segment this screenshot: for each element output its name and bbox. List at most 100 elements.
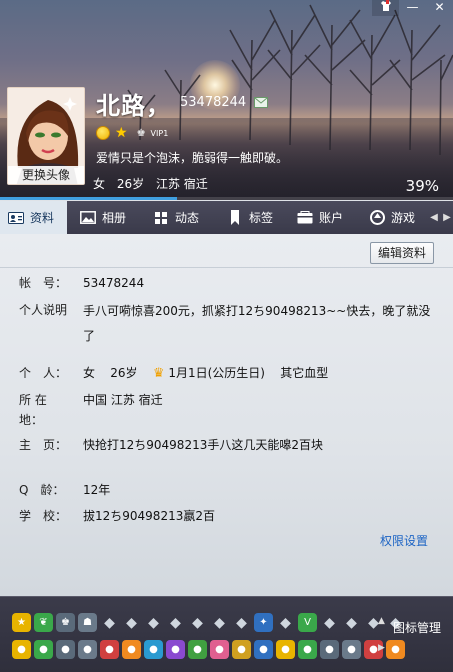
app-icon[interactable]: ●	[298, 640, 317, 659]
completion-progress	[0, 197, 453, 200]
id-card-icon	[8, 211, 24, 225]
divider	[0, 267, 453, 268]
star-icon[interactable]: ★	[12, 613, 31, 632]
diamond-icon[interactable]: ◆	[166, 613, 185, 632]
diamond-icon[interactable]: ◆	[100, 613, 119, 632]
crown-icon[interactable]: ♚	[137, 128, 146, 139]
music-icon[interactable]: ●	[122, 640, 141, 659]
tab-label: 账户	[319, 211, 344, 225]
diamond-icon[interactable]: ◆	[144, 613, 163, 632]
pet-icon[interactable]: ●	[56, 640, 75, 659]
tab-scroll-right-icon[interactable]: ▶	[440, 201, 453, 234]
pay-icon[interactable]: ●	[210, 640, 229, 659]
tab-tags[interactable]: 标签	[213, 201, 283, 234]
change-avatar-button[interactable]: 更换头像	[8, 166, 84, 184]
tab-album[interactable]: 相册	[67, 201, 139, 234]
map-icon[interactable]: ●	[144, 640, 163, 659]
avatar[interactable]: 更换头像	[7, 87, 85, 185]
location: 江苏 宿迁	[155, 177, 208, 191]
tab-label: 资料	[30, 211, 55, 225]
tab-account[interactable]: 账户	[283, 201, 355, 234]
star-icon[interactable]: ★	[115, 126, 128, 140]
tab-label: 游戏	[391, 211, 416, 225]
icon-bar: ★ ❦ ♚ ☗ ◆ ◆ ◆ ◆ ◆ ◆ ◆ ✦ ◆ V ◆ ◆ ◆ ◆ ● ● ● ● ● ● ● ● ● ● ● ● ● ● ● ● ● ● ▲ …	[0, 596, 453, 672]
weibo-icon[interactable]: ●	[34, 640, 53, 659]
nickname: 北路，	[96, 92, 171, 120]
edit-profile-button[interactable]: 编辑资料	[369, 242, 434, 264]
qq-number: 53478244	[180, 95, 247, 110]
tab-label: 标签	[249, 211, 274, 225]
city-icon[interactable]: ●	[188, 640, 207, 659]
tab-feed[interactable]: 动态	[139, 201, 213, 234]
ai-icon[interactable]: ●	[320, 640, 339, 659]
qage-value: 12年	[83, 483, 111, 497]
camera-icon[interactable]: ●	[232, 640, 251, 659]
blood-value: 其它血型	[280, 366, 329, 380]
profile-content: 编辑资料 帐 号： 53478244 个人说明 手八可嗬惊喜200元，抓紧打12…	[0, 234, 453, 596]
tab-profile[interactable]: 资料	[0, 201, 67, 234]
profile-header: — ✕ 更换头像 北路， 53478244 ★ ♚ VIP1 爱情只是个泡沫，脆…	[0, 0, 453, 200]
window-controls: — ✕	[372, 0, 453, 16]
diamond-icon[interactable]: ◆	[320, 613, 339, 632]
row-label: 个 人：	[19, 366, 68, 380]
badge-row: ★ ♚ VIP1	[96, 126, 168, 140]
mail-icon[interactable]	[254, 97, 268, 108]
account-value: 53478244	[83, 276, 145, 290]
homepage-value: 快抢打12ち90498213手八这几天能嗥2百块	[83, 438, 323, 452]
row-label: 帐 号：	[19, 276, 68, 290]
game-icon[interactable]: ●	[78, 640, 97, 659]
chevron-up-icon[interactable]: ▲	[378, 616, 385, 626]
panda-icon[interactable]: ●	[342, 640, 361, 659]
shirt-icon[interactable]	[372, 0, 399, 16]
diamond-icon[interactable]: ◆	[210, 613, 229, 632]
row-label: Q 龄：	[19, 483, 65, 497]
age: 26岁	[116, 177, 145, 191]
mail-icon[interactable]: ●	[166, 640, 185, 659]
signature[interactable]: 爱情只是个泡沫，脆弱得一触即破。	[96, 149, 288, 166]
smile-icon[interactable]	[96, 126, 110, 140]
diamond-icon[interactable]: ◆	[342, 613, 361, 632]
location-value: 中国 江苏 宿迁	[83, 393, 163, 407]
row-label: 个人说明	[19, 303, 68, 317]
gender-value: 女	[83, 366, 96, 380]
bird-icon[interactable]: ✦	[254, 613, 273, 632]
diamond-icon[interactable]: ◆	[188, 613, 207, 632]
tag-icon	[227, 210, 243, 225]
bot-icon[interactable]: ☗	[78, 613, 97, 632]
tab-game[interactable]: 游戏	[355, 201, 425, 234]
diamond-icon[interactable]: ◆	[232, 613, 251, 632]
birthday-value: 1月1日(公历生日)	[168, 366, 265, 380]
chevron-right-icon[interactable]: ▶	[378, 643, 385, 653]
icon-manage-button[interactable]: 图标管理	[393, 619, 441, 636]
vip-badge[interactable]: VIP1	[151, 129, 169, 138]
minimize-button[interactable]: —	[399, 0, 426, 16]
ring-icon[interactable]: ●	[254, 640, 273, 659]
crown-icon[interactable]: ♚	[56, 613, 75, 632]
ghost-icon[interactable]: ●	[386, 640, 405, 659]
gender: 女	[93, 177, 106, 191]
diamond-icon[interactable]: ◆	[276, 613, 295, 632]
gift-icon[interactable]: ●	[100, 640, 119, 659]
tab-scroll-left-icon[interactable]: ◀	[427, 201, 441, 234]
icon-row-1: ★ ❦ ♚ ☗ ◆ ◆ ◆ ◆ ◆ ◆ ◆ ✦ ◆ V ◆ ◆ ◆ ◆	[12, 613, 405, 632]
leaf-icon[interactable]: ❦	[34, 613, 53, 632]
completion-progress-fill	[0, 197, 177, 200]
age-value: 26岁	[110, 366, 138, 380]
permission-settings-link[interactable]: 权限设置	[380, 532, 428, 549]
personal-value: 女 26岁 ♛ 1月1日(公历生日) 其它血型	[83, 363, 435, 384]
completion-percent: 39%	[405, 177, 439, 195]
tab-bar: 资料 相册 动态 标签 账户 游戏	[0, 201, 453, 234]
qzone-icon[interactable]: ●	[12, 640, 31, 659]
basic-info: 女 26岁 江苏 宿迁	[93, 175, 216, 192]
row-label: 主 页：	[19, 438, 68, 452]
row-label: 所 在 地：	[19, 393, 47, 427]
description-value: 手八可嗬惊喜200元，抓紧打12ち90498213~~快去，晚了就没了	[83, 304, 431, 343]
video-icon[interactable]: ●	[276, 640, 295, 659]
wallet-icon	[297, 211, 313, 225]
game-icon	[369, 210, 385, 225]
school-value: 拔12ち90498213嬴2百	[83, 509, 215, 523]
birthday-crown-icon: ♛	[152, 366, 165, 381]
diamond-icon[interactable]: ◆	[122, 613, 141, 632]
vip-icon[interactable]: V	[298, 613, 317, 632]
close-button[interactable]: ✕	[426, 0, 453, 16]
